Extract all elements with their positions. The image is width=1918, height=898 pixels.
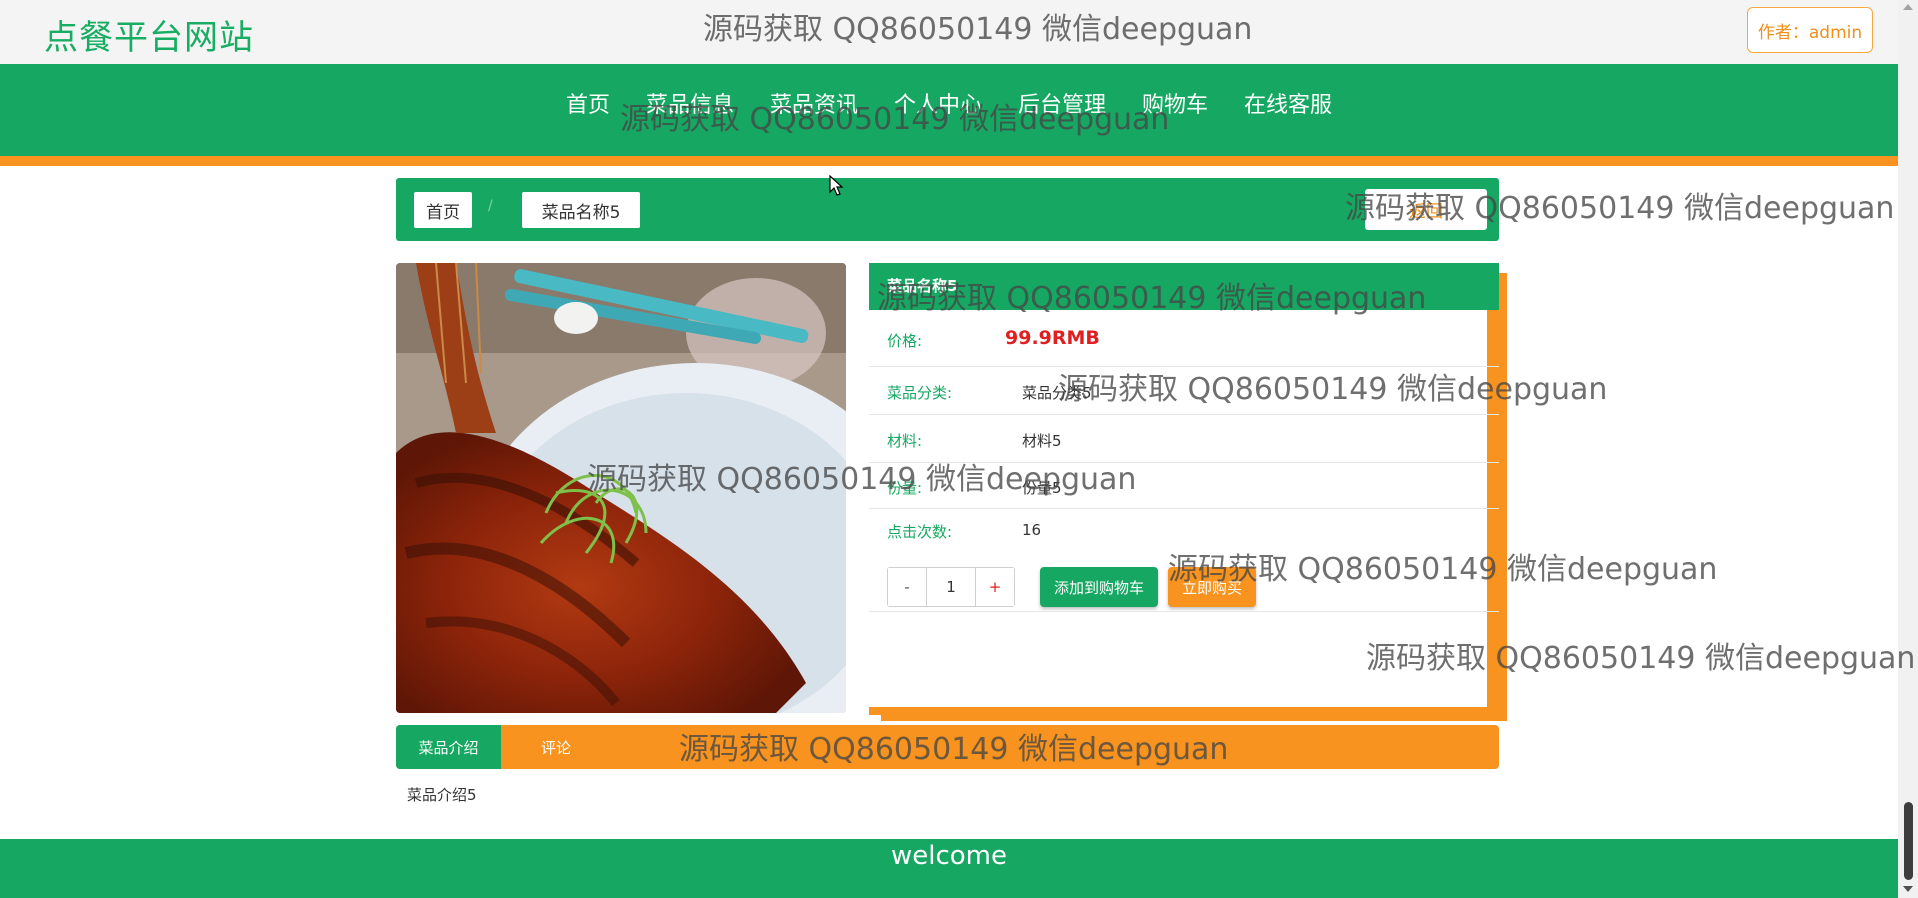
price-row: 价格: 99.9RMB [869, 310, 1499, 367]
price-value: 99.9RMB [1005, 327, 1100, 349]
portion-label: 份量: [887, 479, 923, 497]
buy-now-button[interactable]: 立即购买 [1168, 567, 1256, 607]
site-footer: welcome [0, 839, 1898, 898]
site-header: 点餐平台网站 作者：admin [0, 0, 1898, 64]
material-label: 材料: [887, 432, 923, 450]
dish-intro-text: 菜品介绍5 [407, 786, 477, 804]
nav-item-profile[interactable]: 个人中心 [876, 90, 1000, 122]
nav-item-dish-news[interactable]: 菜品资讯 [752, 90, 876, 122]
nav-item-cart[interactable]: 购物车 [1124, 90, 1226, 122]
dish-title: 菜品名称5 [869, 263, 1499, 310]
quantity-increase-button[interactable]: + [976, 568, 1014, 606]
portion-row: 份量: 份量5 [869, 463, 1499, 509]
tab-comments[interactable]: 评论 [541, 725, 571, 769]
scroll-up-arrow-icon[interactable] [1903, 4, 1913, 10]
breadcrumb-separator: / [488, 198, 493, 214]
actions-divider [869, 611, 1499, 612]
nav-item-support[interactable]: 在线客服 [1226, 90, 1350, 122]
nav-item-dish-info[interactable]: 菜品信息 [628, 90, 752, 122]
nav-accent-stripe [0, 156, 1898, 166]
footer-text: welcome [890, 841, 1007, 871]
mouse-cursor-icon [829, 175, 844, 196]
breadcrumb: 首页 / 菜品名称5 返回 [396, 178, 1499, 241]
author-button[interactable]: 作者：admin [1747, 7, 1873, 53]
quantity-stepper: - 1 + [887, 567, 1015, 607]
dish-detail-panel: 菜品名称5 价格: 99.9RMB 菜品分类: 菜品分类5 材料: 材料5 份量… [869, 263, 1499, 715]
quantity-decrease-button[interactable]: - [888, 568, 926, 606]
detail-tabs: 菜品介绍 评论 [396, 725, 1499, 769]
clicks-row: 点击次数: 16 [869, 509, 1499, 553]
quantity-input[interactable]: 1 [926, 568, 976, 606]
scroll-thumb[interactable] [1904, 802, 1913, 880]
breadcrumb-current[interactable]: 菜品名称5 [522, 192, 640, 228]
nav-item-admin[interactable]: 后台管理 [1000, 90, 1124, 122]
category-value: 菜品分类5 [1022, 384, 1092, 402]
category-row: 菜品分类: 菜品分类5 [869, 367, 1499, 415]
category-label: 菜品分类: [887, 384, 953, 402]
nav-items: 首页 菜品信息 菜品资讯 个人中心 后台管理 购物车 在线客服 [0, 90, 1898, 122]
dish-image [396, 263, 846, 713]
price-label: 价格: [887, 332, 923, 350]
site-logo[interactable]: 点餐平台网站 [44, 10, 254, 59]
material-row: 材料: 材料5 [869, 415, 1499, 463]
tab-dish-intro[interactable]: 菜品介绍 [396, 725, 501, 769]
scroll-down-arrow-icon[interactable] [1903, 886, 1913, 892]
add-to-cart-button[interactable]: 添加到购物车 [1040, 567, 1158, 607]
nav-item-home[interactable]: 首页 [548, 90, 628, 122]
back-button[interactable]: 返回 [1365, 189, 1487, 230]
material-value: 材料5 [1022, 432, 1062, 450]
clicks-value: 16 [1022, 521, 1042, 539]
page-scrollbar[interactable] [1898, 0, 1918, 898]
portion-value: 份量5 [1022, 479, 1062, 497]
clicks-label: 点击次数: [887, 523, 953, 541]
breadcrumb-home[interactable]: 首页 [414, 192, 472, 228]
